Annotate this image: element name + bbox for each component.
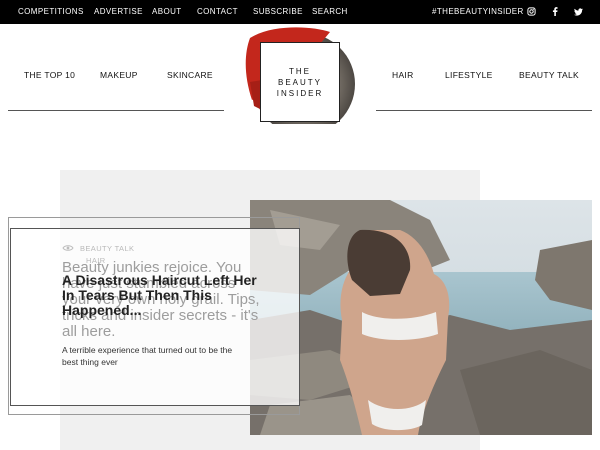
article-excerpt: A terrible experience that turned out to… [62,345,233,367]
nav-skincare[interactable]: SKINCARE [167,70,213,80]
facebook-icon[interactable] [549,0,561,24]
topnav-advertise[interactable]: ADVERTISE [94,0,143,24]
twitter-icon[interactable] [572,0,584,24]
topnav-about[interactable]: ABOUT [152,0,182,24]
topnav-search[interactable]: SEARCH [312,0,348,24]
article-title[interactable]: A Disastrous Haircut Left Her In Tears B… [62,273,262,318]
nav-beauty-talk[interactable]: BEAUTY TALK [519,70,579,80]
site-logo[interactable]: THE BEAUTY INSIDER [242,26,360,124]
nav-divider-left [8,110,224,111]
eye-icon [62,245,74,251]
nav-hair[interactable]: HAIR [392,70,414,80]
hashtag-link[interactable]: #THEBEAUTYINSIDER [432,0,524,24]
topnav-competitions[interactable]: COMPETITIONS [18,0,84,24]
logo-text-insider: INSIDER [276,88,324,98]
logo-text-the: THE [289,66,311,76]
topnav-subscribe[interactable]: SUBSCRIBE [253,0,303,24]
nav-makeup[interactable]: MAKEUP [100,70,138,80]
top-bar: COMPETITIONS ADVERTISE ABOUT CONTACT SUB… [0,0,600,24]
nav-lifestyle[interactable]: LIFESTYLE [445,70,493,80]
instagram-icon[interactable] [525,0,537,24]
nav-the-top-10[interactable]: THE TOP 10 [24,70,75,80]
logo-text-beauty: BEAUTY [277,77,322,87]
hero-photo[interactable] [250,200,592,435]
logo-box: THE BEAUTY INSIDER [260,42,340,122]
nav-divider-right [376,110,592,111]
topnav-contact[interactable]: CONTACT [197,0,238,24]
category-beauty-talk[interactable]: BEAUTY TALK [80,244,134,253]
